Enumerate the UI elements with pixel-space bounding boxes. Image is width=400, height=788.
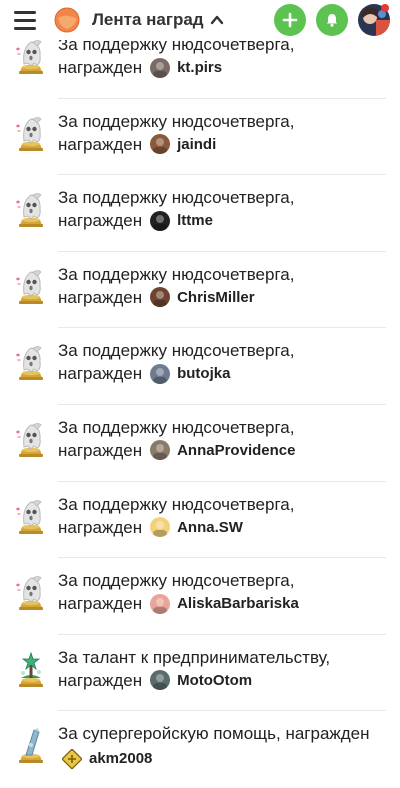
award-reason: За поддержку нюдсочетверга, bbox=[58, 494, 295, 514]
awarded-line: награжден butojka bbox=[58, 362, 388, 385]
feed-item[interactable]: За поддержку нюдсочетверга, награжден Chr… bbox=[0, 252, 400, 329]
username-link[interactable]: AliskaBarbariska bbox=[177, 592, 299, 615]
awarded-line: награжден MotoOtom bbox=[58, 669, 388, 692]
award-text: За поддержку нюдсочетверга, награжден Ann… bbox=[58, 493, 388, 539]
username-link[interactable]: Anna.SW bbox=[177, 516, 243, 539]
ghost-trophy-icon[interactable] bbox=[14, 189, 48, 228]
awarded-label: награжден bbox=[58, 517, 143, 537]
awarded-label: награжден bbox=[58, 440, 143, 460]
username-link[interactable]: jaindi bbox=[177, 133, 216, 156]
user-avatar[interactable] bbox=[150, 517, 171, 538]
menu-icon[interactable] bbox=[14, 6, 46, 34]
username-link[interactable]: ChrisMiller bbox=[177, 286, 255, 309]
award-reason: За поддержку нюдсочетверга, bbox=[58, 111, 295, 131]
ghost-trophy-icon[interactable] bbox=[14, 496, 48, 534]
awarded-label: награжден bbox=[58, 364, 143, 384]
award-reason: За поддержку нюдсочетверга, bbox=[58, 571, 295, 591]
feed-item[interactable]: За супергеройскую помощь, награжден akm2… bbox=[0, 711, 400, 788]
awarded-label: награжден bbox=[58, 287, 143, 307]
awarded-line: награжден ChrisMiller bbox=[58, 286, 388, 309]
award-text: За поддержку нюдсочетверга, награжден but… bbox=[58, 339, 388, 385]
username-link[interactable]: MotoOtom bbox=[177, 669, 252, 692]
award-text: За талант к предпринимательству, награжде… bbox=[58, 646, 388, 692]
awarded-label: награжден bbox=[58, 211, 143, 231]
chevron-up-icon bbox=[210, 15, 223, 25]
ghost-trophy-icon[interactable] bbox=[14, 419, 48, 457]
awarded-line: награжден jaindi bbox=[58, 133, 388, 156]
add-button[interactable] bbox=[274, 4, 306, 36]
ghost-trophy-icon[interactable] bbox=[14, 36, 48, 74]
username-link[interactable]: lttme bbox=[177, 209, 213, 232]
awarded-line: награжден lttme bbox=[58, 209, 388, 232]
user-avatar[interactable] bbox=[150, 287, 171, 308]
award-reason: За поддержку нюдсочетверга, bbox=[58, 188, 295, 208]
ghost-trophy-icon[interactable] bbox=[14, 113, 48, 151]
username-link[interactable]: AnnaProvidence bbox=[177, 439, 295, 462]
awarded-label: награжден bbox=[58, 134, 143, 154]
user-avatar[interactable] bbox=[150, 670, 171, 691]
awarded-line: награжден AliskaBarbariska bbox=[58, 592, 388, 615]
notifications-button[interactable] bbox=[316, 4, 348, 36]
ghost-trophy-icon[interactable] bbox=[14, 266, 48, 304]
ghost-trophy-icon[interactable] bbox=[14, 342, 48, 381]
award-text: За поддержку нюдсочетверга, награжден jai… bbox=[58, 110, 388, 156]
feed-item[interactable]: За поддержку нюдсочетверга, награжден jai… bbox=[0, 99, 400, 176]
award-reason: За поддержку нюдсочетверга, bbox=[58, 264, 295, 284]
plus-icon bbox=[282, 12, 298, 28]
award-text: За поддержку нюдсочетверга, награжден Ann… bbox=[58, 416, 388, 462]
award-reason: За поддержку нюдсочетверга, bbox=[58, 417, 295, 437]
user-avatar[interactable] bbox=[150, 440, 171, 461]
user-avatar[interactable] bbox=[150, 57, 171, 78]
logo-icon[interactable] bbox=[52, 5, 82, 35]
feed-selector[interactable]: Лента наград bbox=[92, 10, 224, 30]
awarded-label: награжден bbox=[58, 670, 143, 690]
award-reason: За супергеройскую помощь, награжден bbox=[58, 724, 370, 744]
top-bar: Лента наград bbox=[0, 0, 400, 40]
award-text: За поддержку нюдсочетверга, награжден Ali… bbox=[58, 569, 388, 615]
award-reason: За поддержку нюдсочетверга, bbox=[58, 341, 295, 361]
ghost-trophy-icon[interactable] bbox=[14, 572, 48, 611]
feed-item[interactable]: За поддержку нюдсочетверга, награжден Ann… bbox=[0, 482, 400, 559]
awarded-label: награжден bbox=[58, 594, 143, 614]
username-link[interactable]: kt.pirs bbox=[177, 56, 222, 79]
user-avatar[interactable] bbox=[150, 593, 171, 614]
page-title: Лента наград bbox=[92, 10, 204, 29]
award-text: За поддержку нюдсочетверга, награжден Chr… bbox=[58, 263, 388, 309]
username-link[interactable]: akm2008 bbox=[89, 747, 152, 770]
awarded-line: награжден Anna.SW bbox=[58, 516, 388, 539]
feed-item[interactable]: За талант к предпринимательству, награжде… bbox=[0, 635, 400, 712]
award-text: За супергеройскую помощь, награжден akm2… bbox=[58, 722, 388, 770]
username-link[interactable]: butojka bbox=[177, 362, 230, 385]
user-avatar[interactable] bbox=[61, 748, 83, 770]
user-avatar[interactable] bbox=[150, 363, 171, 384]
user-avatar[interactable] bbox=[150, 134, 171, 155]
feed-item[interactable]: За поддержку нюдсочетверга, награжден Ali… bbox=[0, 558, 400, 635]
award-text: За поддержку нюдсочетверга, награжден ltt… bbox=[58, 186, 388, 232]
bell-icon bbox=[326, 14, 338, 27]
award-feed: За поддержку нюдсочетверга, награжден kt.… bbox=[0, 22, 400, 788]
feed-item[interactable]: За поддержку нюдсочетверга, награжден but… bbox=[0, 328, 400, 405]
feed-item[interactable]: За поддержку нюдсочетверга, награжден Ann… bbox=[0, 405, 400, 482]
avatar[interactable] bbox=[358, 4, 390, 36]
awarded-line: награжден kt.pirs bbox=[58, 56, 388, 79]
award-reason: За талант к предпринимательству, bbox=[58, 647, 331, 667]
awarded-line: akm2008 bbox=[61, 747, 388, 770]
money-tree-trophy-icon[interactable] bbox=[14, 649, 48, 687]
sword-trophy-icon[interactable] bbox=[14, 725, 48, 764]
user-avatar[interactable] bbox=[150, 210, 171, 231]
feed-item[interactable]: За поддержку нюдсочетверга, награжден ltt… bbox=[0, 175, 400, 252]
awarded-line: награжден AnnaProvidence bbox=[58, 439, 388, 462]
awarded-label: награжден bbox=[58, 58, 143, 77]
